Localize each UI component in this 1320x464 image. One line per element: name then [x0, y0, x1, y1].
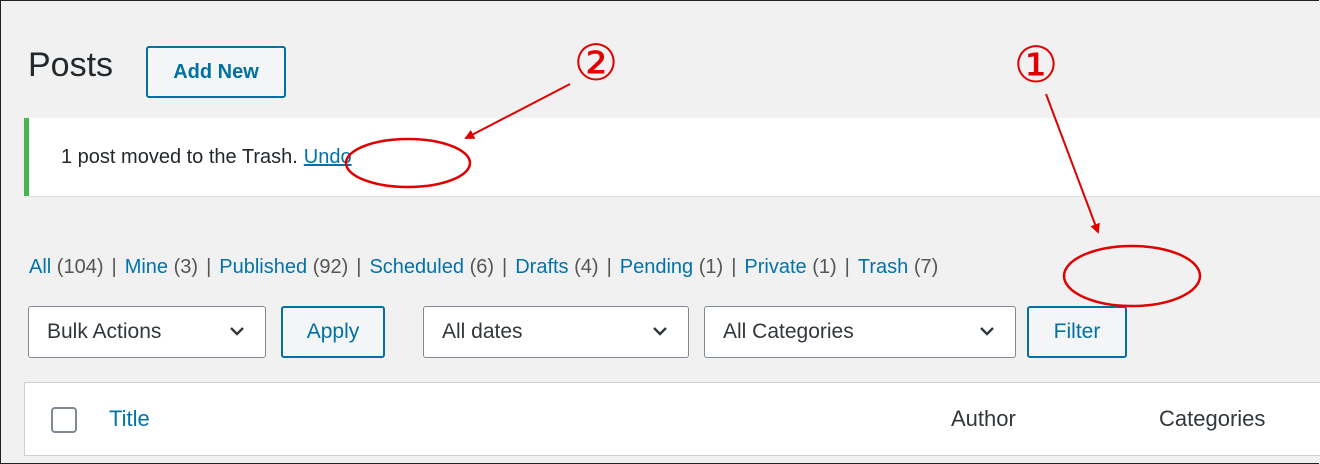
view-private[interactable]: Private (1) [744, 256, 836, 278]
view-all[interactable]: All (104) [29, 256, 104, 278]
column-title[interactable]: Title [109, 406, 150, 432]
view-all-count: (104) [56, 256, 104, 278]
trash-notice: 1 post moved to the Trash. Undo [24, 118, 1320, 196]
view-mine[interactable]: Mine (3) [125, 256, 198, 278]
column-categories: Categories [1159, 406, 1266, 431]
chevron-down-icon [230, 327, 244, 336]
view-separator: | [606, 256, 612, 278]
bulk-actions-select[interactable]: Bulk Actions [28, 306, 266, 358]
bulk-actions-value: Bulk Actions [47, 320, 162, 343]
filter-button[interactable]: Filter [1027, 306, 1127, 358]
page-title: Posts [28, 46, 114, 84]
view-scheduled-label: Scheduled [369, 256, 464, 278]
view-scheduled[interactable]: Scheduled (6) [369, 256, 494, 278]
posts-table-header: Title Author Categories [24, 382, 1320, 456]
view-drafts[interactable]: Drafts (4) [515, 256, 598, 278]
view-published[interactable]: Published (92) [219, 256, 348, 278]
column-author: Author [951, 406, 1016, 431]
view-separator: | [502, 256, 508, 278]
view-private-count: (1) [812, 256, 837, 278]
view-all-label: All [29, 256, 52, 278]
notice-message: 1 post moved to the Trash. [61, 145, 298, 168]
select-all-checkbox[interactable] [51, 407, 77, 433]
date-filter-select[interactable]: All dates [423, 306, 689, 358]
add-new-button[interactable]: Add New [146, 46, 286, 98]
chevron-down-icon [980, 327, 994, 336]
view-pending-label: Pending [619, 256, 694, 278]
view-trash-count: (7) [913, 256, 939, 278]
view-separator: | [206, 256, 212, 278]
view-separator: | [111, 256, 117, 278]
view-published-count: (92) [312, 256, 349, 278]
view-scheduled-count: (6) [469, 256, 495, 278]
category-filter-select[interactable]: All Categories [704, 306, 1016, 358]
view-separator: | [844, 256, 850, 278]
view-separator: | [731, 256, 737, 278]
category-filter-value: All Categories [723, 320, 854, 343]
view-separator: | [356, 256, 362, 278]
view-drafts-label: Drafts [515, 256, 569, 278]
view-pending[interactable]: Pending (1) [620, 256, 723, 278]
view-trash[interactable]: Trash (7) [858, 256, 938, 278]
view-drafts-count: (4) [574, 256, 599, 278]
post-status-views: All (104) | Mine (3) | Published (92) | Schedu… [29, 256, 938, 279]
apply-button[interactable]: Apply [281, 306, 385, 358]
view-trash-label: Trash [857, 256, 909, 278]
chevron-down-icon [653, 327, 667, 336]
view-published-label: Published [219, 256, 308, 278]
view-private-label: Private [744, 256, 807, 278]
undo-link[interactable]: Undo [304, 146, 352, 169]
view-pending-count: (1) [698, 256, 724, 278]
view-mine-count: (3) [173, 256, 199, 278]
date-filter-value: All dates [442, 320, 523, 343]
view-mine-label: Mine [124, 256, 169, 278]
